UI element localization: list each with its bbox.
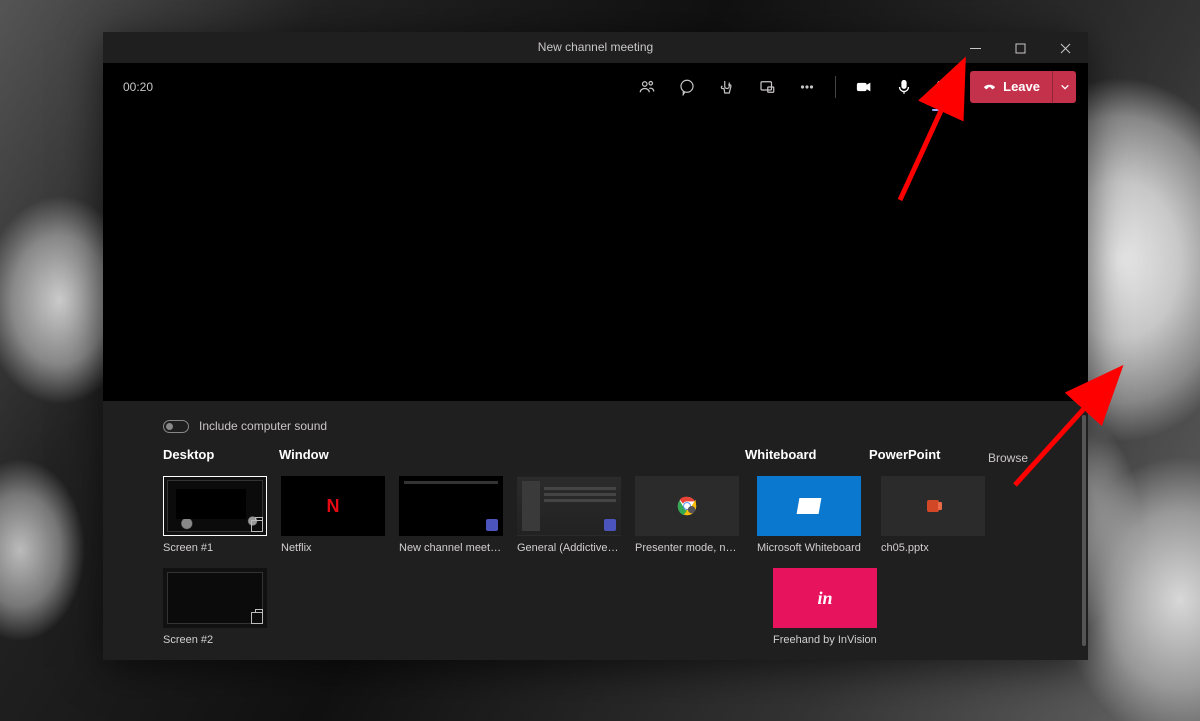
thumb-general [517,476,621,536]
tile-microsoft-whiteboard[interactable]: Microsoft Whiteboard [757,476,861,554]
share-content-tray: Include computer sound Desktop Window Wh… [103,401,1088,660]
thumb-netflix: N [281,476,385,536]
call-toolbar: 00:20 Leave [103,63,1088,111]
tile-new-channel-meeting[interactable]: New channel meeting | … [399,476,503,554]
tile-label: Screen #1 [163,542,267,554]
close-button[interactable] [1043,32,1088,64]
browse-link[interactable]: Browse [988,451,1028,465]
teams-meeting-window: New channel meeting 00:20 [103,32,1088,660]
tile-label: ch05.pptx [881,542,985,554]
whiteboard-icon [797,498,822,514]
chat-button[interactable] [669,69,705,105]
microphone-button[interactable] [886,69,922,105]
tile-presenter-mode[interactable]: Presenter mode, notes a… [635,476,739,554]
include-sound-toggle[interactable] [163,420,189,433]
maximize-button[interactable] [998,32,1043,64]
heading-window: Window [279,447,745,462]
share-badge-icon [251,612,263,624]
window-title: New channel meeting [538,40,653,54]
tile-label: Freehand by InVision [773,634,877,646]
tile-label: General (AddictiveTips - … [517,542,621,554]
toolbar-divider [835,76,836,98]
thumb-ppt [881,476,985,536]
heading-whiteboard: Whiteboard [745,447,869,462]
share-tiles-row-2: Screen #2 in Freehand by InVision [163,568,1143,646]
minimize-button[interactable] [953,32,998,64]
reactions-button[interactable] [709,69,745,105]
tile-label: Netflix [281,542,385,554]
thumb-invision: in [773,568,877,628]
tile-label: Presenter mode, notes a… [635,542,739,554]
video-stage [103,111,1088,401]
tray-scrollbar[interactable] [1082,415,1086,646]
invision-logo-icon: in [817,588,832,609]
netflix-logo-icon: N [327,496,340,517]
thumb-screen-2 [163,568,267,628]
share-tiles-row-1: Screen #1 N Netflix New channel meeting … [163,476,1143,554]
powerpoint-icon [927,500,939,512]
tile-netflix[interactable]: N Netflix [281,476,385,554]
share-badge-icon [251,520,263,532]
heading-desktop: Desktop [163,447,279,462]
tile-label: Microsoft Whiteboard [757,542,861,554]
share-content-button[interactable] [926,69,962,105]
thumb-screen-1 [163,476,267,536]
window-titlebar: New channel meeting [103,32,1088,63]
share-category-headers: Desktop Window Whiteboard PowerPoint [163,447,1028,476]
thumb-whiteboard [757,476,861,536]
window-controls [953,32,1088,64]
call-timer: 00:20 [123,80,153,94]
tile-invision-freehand[interactable]: in Freehand by InVision [773,568,877,646]
thumb-new-channel [399,476,503,536]
tile-general-channel[interactable]: General (AddictiveTips - … [517,476,621,554]
chrome-icon [676,495,698,517]
leave-button-group: Leave [970,71,1076,103]
more-actions-button[interactable] [789,69,825,105]
rooms-button[interactable] [749,69,785,105]
tile-label: Screen #2 [163,634,267,646]
tile-powerpoint-file[interactable]: ch05.pptx [881,476,985,554]
leave-label: Leave [1003,79,1040,94]
leave-button[interactable]: Leave [970,71,1052,103]
teams-icon [486,519,498,531]
tile-label: New channel meeting | … [399,542,503,554]
teams-icon [604,519,616,531]
participants-button[interactable] [629,69,665,105]
thumb-presenter [635,476,739,536]
include-sound-label: Include computer sound [199,419,327,433]
camera-button[interactable] [846,69,882,105]
leave-options-button[interactable] [1052,71,1076,103]
tile-screen-1[interactable]: Screen #1 [163,476,267,554]
tile-screen-2[interactable]: Screen #2 [163,568,267,646]
